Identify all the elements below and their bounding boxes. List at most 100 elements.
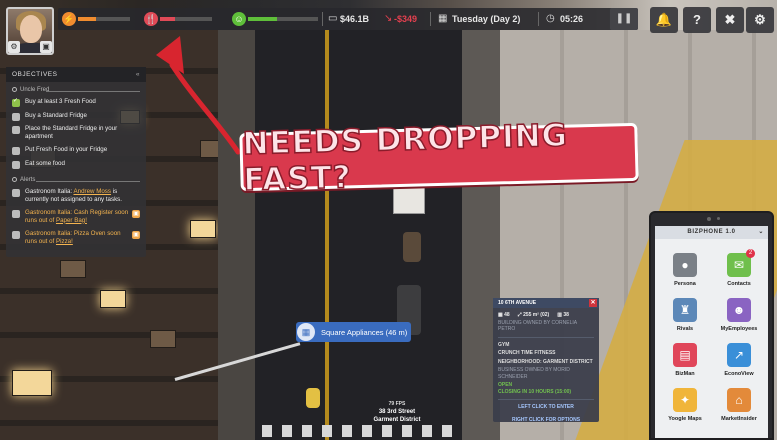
tools-button[interactable]: ✖: [716, 7, 744, 33]
objective-task[interactable]: Buy a Standard Fridge: [6, 109, 146, 123]
task-text: Place the Standard Fridge in your apartm…: [25, 125, 118, 140]
calendar-icon: ▦: [438, 13, 448, 24]
red-arrow-annotation: [156, 36, 241, 155]
briefcase-icon: ▤: [673, 343, 697, 367]
objective-task[interactable]: Eat some food: [6, 157, 146, 171]
help-button[interactable]: ?: [683, 7, 711, 33]
phone-app-bizman[interactable]: ▤ BizMan: [659, 343, 711, 377]
street: [255, 30, 465, 440]
alert-checkbox: [12, 210, 20, 219]
alert-action-icon[interactable]: ▣: [132, 231, 140, 240]
phone-app-marketinsider[interactable]: ⌂ MarketInsider: [713, 388, 765, 422]
avatar-bag-icon[interactable]: ▣: [40, 41, 52, 53]
stat-area: ⤢ 255 m² (02): [517, 312, 550, 318]
phone-app-econoview[interactable]: ↗ EconoView: [713, 343, 765, 377]
phone-app-contacts[interactable]: ✉ 2 Contacts: [713, 249, 765, 287]
phone-app-rivals[interactable]: ♜ Rivals: [659, 298, 711, 332]
trend-down-icon: ↘: [384, 13, 393, 24]
app-label: Yoogle Maps: [668, 416, 702, 422]
phone-app-persona[interactable]: ● Persona: [659, 253, 711, 287]
current-district: Garment District: [373, 417, 421, 423]
alert-link[interactable]: Paper Bag!: [56, 217, 87, 224]
phone-app-myemployees[interactable]: ☻ MyEmployees: [713, 298, 765, 332]
app-label: Rivals: [676, 326, 694, 332]
phone-screen: BIZPHONE 1.0 ⌄ ● Persona ✉ 2 Contacts ♜ Rivals…: [655, 226, 768, 438]
close-icon[interactable]: ✕: [589, 299, 597, 307]
money-value: $46.1B: [340, 14, 370, 24]
pause-button[interactable]: ❚❚: [610, 8, 638, 30]
alert-link[interactable]: Andrew Moss: [74, 188, 111, 195]
food-icon: 🍴: [144, 12, 158, 26]
player-avatar[interactable]: ⚙ ▣: [6, 7, 54, 55]
card-stats: ▦ 48 ⤢ 255 m² (02) ▥ 38: [493, 308, 599, 319]
app-label: Contacts: [727, 281, 751, 287]
car[interactable]: [403, 232, 421, 262]
phone-title: BIZPHONE 1.0: [687, 229, 736, 235]
bottom-hud: 79 FPS 38 3rd Street Garment District: [372, 400, 422, 424]
app-label: BizMan: [675, 371, 695, 377]
map-icon: ✦: [673, 388, 697, 412]
objectives-title: OBJECTIVES: [12, 71, 58, 78]
business-owner: BUSINESS OWNED BY MORID SCHNEIDER: [498, 367, 570, 380]
app-label: Persona: [674, 281, 696, 287]
alert-item[interactable]: Gastronom Italia: Andrew Moss is current…: [6, 185, 146, 206]
chevron-down-icon[interactable]: ⌄: [758, 226, 764, 239]
stat-units: ▦ 48: [498, 312, 510, 318]
location-label: Square Appliances (46 m): [321, 327, 408, 337]
objectives-section: Uncle Fred: [6, 82, 146, 95]
bizphone[interactable]: BIZPHONE 1.0 ⌄ ● Persona ✉ 2 Contacts ♜ Rivals…: [649, 211, 774, 440]
stat-floors: ▥ 38: [557, 312, 569, 318]
collapse-icon[interactable]: «: [136, 67, 140, 82]
options-action[interactable]: RIGHT CLICK FOR OPTIONS: [493, 417, 599, 424]
task-text: Put Fresh Food in your Fridge: [25, 146, 108, 154]
crosswalk: [262, 425, 462, 437]
building-owner: BUILDING OWNED BY CORNELIA PETRO: [498, 319, 577, 333]
alert-action-icon[interactable]: ▣: [132, 210, 140, 219]
alert-link[interactable]: Pizza!: [56, 238, 73, 245]
question-icon: ?: [693, 12, 701, 27]
chat-icon: ✉ 2: [727, 249, 755, 277]
alert-item[interactable]: Gastronom Italia: Pizza Oven soon runs o…: [6, 227, 146, 248]
business-status: OPEN: [498, 382, 513, 388]
building-info-card[interactable]: 10 6TH AVENUE ✕ ▦ 48 ⤢ 255 m² (02) ▥ 38 …: [493, 298, 599, 424]
objectives-header: OBJECTIVES «: [6, 67, 146, 82]
objective-task[interactable]: Place the Standard Fridge in your apartm…: [6, 122, 146, 143]
alert-checkbox: [12, 231, 20, 240]
task-text: Buy a Standard Fridge: [25, 111, 87, 119]
location-tag[interactable]: ▦ Square Appliances (46 m): [296, 322, 411, 342]
current-address: 38 3rd Street: [378, 409, 416, 415]
card-header: 10 6TH AVENUE ✕: [493, 298, 599, 308]
person-icon: ●: [673, 253, 697, 277]
tools-icon: ✖: [724, 12, 736, 27]
avatar-gear-icon[interactable]: ⚙: [8, 41, 20, 53]
task-checkbox: [12, 112, 20, 121]
gear-icon: ⚙: [754, 12, 766, 27]
taxi[interactable]: [306, 388, 320, 408]
objective-task[interactable]: Put Fresh Food in your Fridge: [6, 143, 146, 157]
alert-checkbox: [12, 189, 20, 198]
hunger-need: 🍴: [144, 12, 216, 26]
smiley-icon: ☺: [232, 12, 246, 26]
trend-icon: ↗: [727, 343, 751, 367]
date-label: Tuesday (Day 2): [452, 14, 521, 24]
phone-sensor: [717, 217, 720, 220]
happiness-need: ☺: [232, 12, 322, 26]
phone-app-yoogle-maps[interactable]: ✦ Yoogle Maps: [659, 388, 711, 422]
house-icon: ⌂: [727, 388, 751, 412]
task-checkbox: [12, 160, 20, 169]
settings-button[interactable]: ⚙: [746, 7, 774, 33]
phone-camera: [707, 217, 711, 221]
business-type: GYM: [498, 341, 510, 348]
objectives-panel: OBJECTIVES « Uncle Fred Buy at least 3 F…: [6, 67, 146, 257]
objective-task[interactable]: Buy at least 3 Fresh Food: [6, 95, 146, 109]
card-title: 10 6TH AVENUE: [498, 300, 537, 306]
alert-item[interactable]: Gastronom Italia: Cash Register soon run…: [6, 206, 146, 227]
enter-action[interactable]: LEFT CLICK TO ENTER: [493, 404, 599, 411]
energy-icon: ⚡: [62, 12, 76, 26]
task-checkbox: [12, 98, 20, 108]
notifications-button[interactable]: 🔔: [650, 7, 678, 33]
headline-text: NEEDS DROPPING FAST?: [241, 117, 569, 199]
section-title: Alerts: [20, 177, 36, 184]
task-checkbox: [12, 126, 20, 135]
task-text: Buy at least 3 Fresh Food: [25, 98, 96, 106]
